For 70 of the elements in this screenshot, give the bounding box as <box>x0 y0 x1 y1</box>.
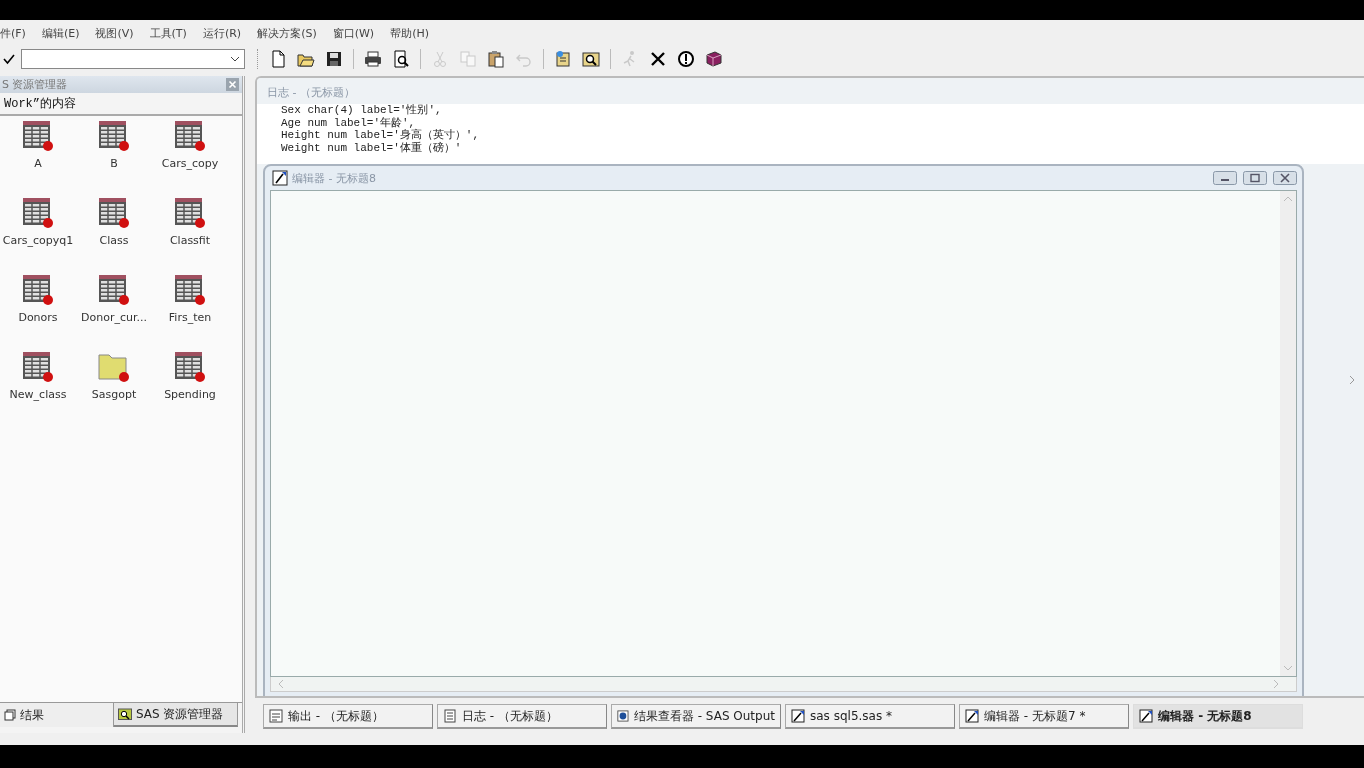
check-icon[interactable] <box>3 53 15 65</box>
table-icon[interactable] <box>174 197 206 229</box>
menu-item[interactable]: 解决方案(S) <box>257 25 317 41</box>
editor-icon <box>1139 709 1153 723</box>
window-tab[interactable]: sas sql5.sas * <box>785 704 955 729</box>
code-line: Weight num label='体重（磅）' <box>281 141 462 154</box>
window-title: 编辑器 - 无标题8 <box>292 170 376 186</box>
item-label[interactable]: Donors <box>18 311 58 324</box>
item-label[interactable]: Classfit <box>169 234 211 247</box>
menu-item[interactable]: 件(F) <box>0 25 26 41</box>
notepad-icon <box>443 709 457 723</box>
command-field[interactable] <box>21 49 245 69</box>
menu-item[interactable]: 工具(T) <box>149 25 187 41</box>
table-icon[interactable] <box>98 197 130 229</box>
window-tab[interactable]: 编辑器 - 无标题7 * <box>959 704 1129 729</box>
item-label[interactable]: Cars_copy <box>161 157 219 170</box>
code-line: Sex char(4) label='性别', <box>281 104 442 117</box>
window-tab[interactable]: 日志 - （无标题） <box>437 704 607 729</box>
editor-icon <box>791 709 805 723</box>
editor-icon <box>272 170 288 186</box>
table-icon[interactable] <box>174 351 206 383</box>
panel-title: S 资源管理器 <box>2 77 68 92</box>
item-label[interactable]: Spending <box>164 388 216 401</box>
dropdown-caret-icon[interactable] <box>230 56 240 62</box>
item-label[interactable]: Cars_copyq1 <box>2 234 74 247</box>
window-title: 日志 - （无标题） <box>266 85 356 101</box>
item-label[interactable]: New_class <box>9 388 67 401</box>
exclamation-icon[interactable] <box>677 50 695 68</box>
menu-item[interactable]: 帮助(H) <box>390 25 430 41</box>
notebook-icon[interactable] <box>554 50 572 68</box>
paste-icon[interactable] <box>487 50 505 68</box>
maximize-button[interactable] <box>1243 171 1267 185</box>
folder-icon[interactable] <box>98 351 130 383</box>
close-icon[interactable] <box>649 50 667 68</box>
table-icon[interactable] <box>98 274 130 306</box>
editor-icon <box>965 709 979 723</box>
panel-tab[interactable]: 结果 <box>0 703 114 727</box>
close-button[interactable] <box>1273 171 1297 185</box>
document-icon <box>269 709 283 723</box>
menu-item[interactable]: 视图(V) <box>95 25 134 41</box>
menu-item[interactable]: 编辑(E) <box>41 25 80 41</box>
print-icon[interactable] <box>364 50 382 68</box>
item-label[interactable]: A <box>34 157 42 170</box>
code-line: Age num label='年龄', <box>281 116 416 129</box>
panel-tab[interactable]: SAS 资源管理器 <box>114 703 238 727</box>
menu-item[interactable]: 窗口(W) <box>332 25 375 41</box>
search-icon[interactable] <box>582 50 600 68</box>
table-icon[interactable] <box>22 274 54 306</box>
save-icon[interactable] <box>325 50 343 68</box>
print-preview-icon[interactable] <box>392 50 410 68</box>
menu-item[interactable]: 运行(R) <box>202 25 242 41</box>
item-label[interactable]: Class <box>99 234 129 247</box>
window-tab[interactable]: 编辑器 - 无标题8 <box>1133 704 1303 729</box>
table-icon[interactable] <box>98 120 130 152</box>
window-tab[interactable]: 输出 - （无标题） <box>263 704 433 729</box>
minimize-button[interactable] <box>1213 171 1237 185</box>
window-tab[interactable]: 结果查看器 - SAS Output <box>611 704 781 729</box>
search-icon <box>118 708 132 720</box>
code-line: Height num label='身高（英寸）', <box>281 129 480 142</box>
item-label[interactable]: B <box>110 157 118 170</box>
table-icon[interactable] <box>22 120 54 152</box>
table-icon[interactable] <box>22 351 54 383</box>
table-icon[interactable] <box>22 197 54 229</box>
item-label[interactable]: Firs_ten <box>168 311 212 324</box>
item-label[interactable]: Sasgopt <box>91 388 137 401</box>
new-file-icon[interactable] <box>269 50 287 68</box>
table-icon[interactable] <box>174 120 206 152</box>
table-icon[interactable] <box>174 274 206 306</box>
results-icon <box>4 709 16 721</box>
item-label[interactable]: Donor_cur... <box>81 311 147 324</box>
